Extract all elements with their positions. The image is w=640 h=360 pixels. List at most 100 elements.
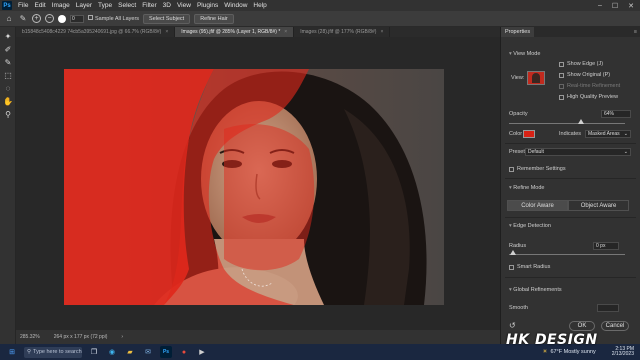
color-row: Color Indicates Masked Areas ⌄ <box>509 130 634 138</box>
system-clock[interactable]: 2:13 PM 2/13/2023 <box>611 346 634 358</box>
ok-button[interactable]: OK <box>569 321 595 331</box>
video-app-icon[interactable]: ▶ <box>196 346 208 358</box>
select-subject-button[interactable]: Select Subject <box>143 13 191 24</box>
radius-field[interactable]: 0 px <box>593 242 619 250</box>
watermark-logo: HK DESIGN <box>506 332 598 348</box>
chevron-down-icon: ⌄ <box>623 131 628 137</box>
color-aware-button[interactable]: Color Aware <box>507 200 568 211</box>
close-tab-icon[interactable]: × <box>284 29 287 35</box>
indicates-select[interactable]: Masked Areas ⌄ <box>585 130 631 138</box>
view-mode-thumbnail[interactable] <box>527 71 546 85</box>
home-icon[interactable]: ⌂ <box>4 14 14 24</box>
close-tab-icon[interactable]: × <box>165 29 168 35</box>
view-mode-label: View Mode <box>509 51 540 57</box>
global-refinements-section[interactable]: Global Refinements <box>509 287 634 293</box>
menu-image[interactable]: Image <box>49 2 73 9</box>
object-selection-icon[interactable]: ⬚ <box>3 70 13 80</box>
menu-edit[interactable]: Edit <box>31 2 48 9</box>
view-mode-section[interactable]: View Mode <box>509 51 634 57</box>
real-time-refinement-checkbox[interactable]: Real-time Refinement <box>559 83 634 89</box>
object-aware-button[interactable]: Object Aware <box>568 200 629 211</box>
menu-type[interactable]: Type <box>95 2 115 9</box>
document-tab[interactable]: Images (28).jfif @ 177% (RGB/8#) × <box>294 27 391 37</box>
menu-help[interactable]: Help <box>250 2 269 9</box>
clock-date: 2/13/2023 <box>611 351 634 357</box>
close-button[interactable]: ✕ <box>628 2 634 10</box>
document-image[interactable] <box>64 69 444 305</box>
indicates-value: Masked Areas <box>588 131 620 137</box>
maximize-button[interactable]: ☐ <box>612 2 618 10</box>
zoom-level[interactable]: 285.32% <box>20 334 40 340</box>
show-original-checkbox[interactable]: Show Original (P) <box>559 72 634 78</box>
weather-text: 67°F Mostly sunny <box>550 349 596 355</box>
window-controls: – ☐ ✕ <box>598 2 640 10</box>
mail-icon[interactable]: ✉ <box>142 346 154 358</box>
status-arrow-icon[interactable]: › <box>121 334 123 340</box>
smooth-field[interactable] <box>597 304 619 312</box>
weather-widget[interactable]: ☀ 67°F Mostly sunny <box>543 349 596 355</box>
brush-size-swatch[interactable] <box>58 14 66 23</box>
menu-select[interactable]: Select <box>115 2 139 9</box>
subtract-from-selection-icon[interactable]: − <box>45 14 54 23</box>
windows-start-icon[interactable]: ⊞ <box>6 346 18 358</box>
radius-slider-track[interactable] <box>509 254 625 255</box>
opacity-field[interactable]: 64% <box>601 110 631 118</box>
high-quality-preview-label: High Quality Preview <box>567 94 619 100</box>
menu-plugins[interactable]: Plugins <box>194 2 221 9</box>
preset-select[interactable]: Default ⌄ <box>525 148 631 156</box>
view-row: View: <box>511 71 551 85</box>
menu-layer[interactable]: Layer <box>73 2 95 9</box>
hand-icon[interactable]: ✋ <box>3 96 13 106</box>
document-tab[interactable]: b15848c5408c4229 74cb5a395240691.jpg @ 6… <box>16 27 176 37</box>
close-tab-icon[interactable]: × <box>380 29 383 35</box>
media-app-icon[interactable]: ● <box>178 346 190 358</box>
photoshop-taskbar-icon[interactable]: Ps <box>160 346 172 358</box>
cancel-button[interactable]: Cancel <box>601 321 629 331</box>
smart-radius-checkbox[interactable]: Smart Radius <box>509 264 634 270</box>
brush-preset-icon[interactable]: ✎ <box>18 14 28 24</box>
search-icon: ⚲ <box>27 349 32 355</box>
canvas-area[interactable] <box>16 37 500 330</box>
menu-window[interactable]: Window <box>221 2 250 9</box>
zoom-icon[interactable]: ⚲ <box>3 109 13 119</box>
menu-file[interactable]: File <box>15 2 31 9</box>
tab-properties[interactable]: Properties <box>501 27 535 37</box>
edge-detection-section[interactable]: Edge Detection <box>509 223 634 229</box>
edge-browser-icon[interactable]: ◉ <box>106 346 118 358</box>
menu-filter[interactable]: Filter <box>139 2 159 9</box>
taskbar-search-input[interactable]: ⚲ Type here to search <box>24 346 82 358</box>
opacity-slider-track[interactable] <box>509 123 625 124</box>
file-explorer-icon[interactable]: ▰ <box>124 346 136 358</box>
refine-hair-button[interactable]: Refine Hair <box>194 13 234 24</box>
refine-edge-brush-icon[interactable]: ✐ <box>3 44 13 54</box>
smart-radius-label: Smart Radius <box>517 264 551 270</box>
menu-3d[interactable]: 3D <box>160 2 174 9</box>
real-time-refinement-label: Real-time Refinement <box>567 83 621 89</box>
remember-settings-checkbox[interactable]: Remember Settings <box>509 166 634 172</box>
radius-slider-handle[interactable] <box>510 250 516 255</box>
panel-menu-icon[interactable]: ≡ <box>634 29 637 35</box>
color-swatch[interactable] <box>523 130 535 138</box>
task-view-icon[interactable]: ❐ <box>88 346 100 358</box>
tab-label: Images (95).jfif @ 285% (Layer 1, RGB/8#… <box>181 29 281 35</box>
sample-all-layers-checkbox[interactable]: Sample All Layers <box>88 15 139 22</box>
reset-icon[interactable]: ↺ <box>509 321 516 330</box>
high-quality-preview-checkbox[interactable]: High Quality Preview <box>559 94 634 100</box>
quick-selection-icon[interactable]: ✦ <box>3 31 13 41</box>
portrait-with-mask-overlay <box>64 69 444 305</box>
minimize-button[interactable]: – <box>598 2 602 10</box>
opacity-slider-handle[interactable] <box>578 119 584 124</box>
brush-size-field[interactable]: 0 <box>70 14 84 23</box>
add-to-selection-icon[interactable]: + <box>32 14 41 23</box>
preset-row: Preset Default ⌄ <box>509 148 634 156</box>
show-edge-checkbox[interactable]: Show Edge (J) <box>559 61 634 67</box>
divider <box>505 277 636 278</box>
divider <box>505 217 636 218</box>
refine-mode-section[interactable]: Refine Mode <box>509 185 634 191</box>
document-tab-active[interactable]: Images (95).jfif @ 285% (Layer 1, RGB/8#… <box>175 27 295 37</box>
lasso-icon[interactable]: ◌ <box>3 83 13 93</box>
brush-icon[interactable]: ✎ <box>3 57 13 67</box>
opacity-label: Opacity <box>509 111 528 117</box>
panel-header: Properties ≡ <box>501 27 640 37</box>
menu-view[interactable]: View <box>174 2 194 9</box>
